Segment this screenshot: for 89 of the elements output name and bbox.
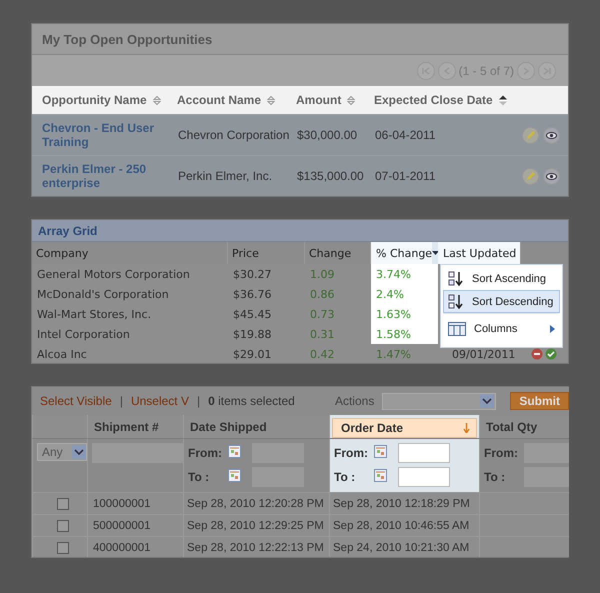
table-cell: 09/01/2011 xyxy=(452,348,516,360)
separator: | xyxy=(120,394,123,408)
column-header[interactable]: Company xyxy=(32,242,228,264)
table-cell-text: $30,000.00 xyxy=(297,128,358,142)
select-field[interactable]: Any xyxy=(37,443,87,461)
sort-arrow-icon xyxy=(463,423,470,433)
table-cell-text: $29.01 xyxy=(232,346,272,362)
table-cell: 2.4% xyxy=(371,284,438,304)
table-cell-text: 0.42 xyxy=(309,346,336,362)
table-cell-text: $30.27 xyxy=(232,266,272,282)
eye-icon[interactable] xyxy=(543,126,560,144)
calendar-icon[interactable] xyxy=(228,469,241,482)
table-cell-text: 0.31 xyxy=(309,326,336,342)
column-header[interactable]: Account Name xyxy=(177,93,262,107)
calendar-icon[interactable] xyxy=(228,445,241,458)
column-header[interactable]: Total Qty xyxy=(486,420,538,434)
sort-icon xyxy=(448,294,464,310)
check-icon[interactable] xyxy=(545,348,558,360)
table-cell: 100000001 xyxy=(93,498,151,510)
minus-icon[interactable] xyxy=(531,348,544,360)
table-cell-text: 07-01-2011 xyxy=(375,169,436,183)
column-header[interactable]: Price xyxy=(228,242,305,264)
table-cell: 3.74% xyxy=(371,264,438,284)
field-label: From: xyxy=(334,446,369,460)
column-header[interactable]: Order Date xyxy=(332,418,477,438)
table-cell-text: 06-04-2011 xyxy=(375,128,436,142)
actions-label: Actions xyxy=(334,394,374,408)
table-cell: Sep 28, 2010 12:29:25 PM xyxy=(187,520,324,532)
column-header[interactable]: Date Shipped xyxy=(190,420,267,434)
table-cell: 500000001 xyxy=(93,520,151,532)
field-label: To : xyxy=(484,470,506,484)
calendar-icon[interactable] xyxy=(374,469,387,482)
table-cell-text: $36.76 xyxy=(232,286,272,302)
table-cell: 400000001 xyxy=(93,542,151,554)
table-cell: Sep 24, 2010 10:21:30 AM xyxy=(333,542,470,554)
row-checkbox[interactable] xyxy=(56,520,68,532)
dropdown-icon[interactable] xyxy=(432,251,440,255)
field-label: From: xyxy=(484,446,519,460)
table-cell-text: 0.73 xyxy=(309,306,336,322)
grid-title: Array Grid xyxy=(32,220,568,242)
column-header[interactable]: Shipment # xyxy=(94,420,159,434)
table-cell-text: Chevron Corporation xyxy=(178,128,290,142)
column-header[interactable]: Expected Close Date xyxy=(374,93,493,107)
table-cell-text: Perkin Elmer, Inc. xyxy=(178,169,274,183)
select-visible-link[interactable]: Select Visible xyxy=(40,394,112,408)
menu-item[interactable]: Columns xyxy=(443,313,560,345)
table-cell-text: McDonald's Corporation xyxy=(36,286,170,302)
table-cell-text: 0.86 xyxy=(309,286,336,302)
input-field[interactable] xyxy=(398,467,450,487)
row-checkbox[interactable] xyxy=(56,542,68,554)
panel-title: My Top Open Opportunities xyxy=(32,24,568,55)
table-cell: Sep 28, 2010 12:22:13 PM xyxy=(187,542,324,554)
columns-icon xyxy=(448,322,466,336)
table-cell-text: 1.47% xyxy=(375,346,412,362)
submit-button[interactable]: Submit xyxy=(510,392,569,410)
menu-item[interactable]: Sort Ascending xyxy=(443,267,560,290)
selection-count: 0 items selected xyxy=(208,394,295,408)
input-field[interactable] xyxy=(524,443,569,463)
sort-icon xyxy=(448,270,464,286)
table-cell-text: Intel Corporation xyxy=(36,326,131,342)
calendar-icon[interactable] xyxy=(374,445,387,458)
table-cell: 1.58% xyxy=(371,324,438,344)
table-cell-text: $45.45 xyxy=(232,306,272,322)
column-header[interactable]: % Change xyxy=(371,242,438,264)
field-label: To : xyxy=(188,470,210,484)
column-header[interactable]: Last Updated xyxy=(438,242,522,264)
row-checkbox[interactable] xyxy=(56,498,68,510)
column-header[interactable]: Amount xyxy=(296,93,342,107)
table-cell-text: Wal-Mart Stores, Inc. xyxy=(36,306,152,322)
input-field[interactable] xyxy=(524,467,569,487)
submenu-arrow-icon xyxy=(550,325,555,333)
eye-icon[interactable] xyxy=(543,168,560,184)
menu-item[interactable]: Sort Descending xyxy=(443,290,560,313)
input-field[interactable] xyxy=(398,443,450,463)
separator: | xyxy=(196,394,200,408)
column-header[interactable]: Opportunity Name xyxy=(42,93,147,107)
table-cell: Sep 28, 2010 12:20:28 PM xyxy=(187,498,324,510)
table-cell-text: $135,000.00 xyxy=(297,169,365,183)
field-label: To : xyxy=(334,470,356,484)
table-cell-text: $19.88 xyxy=(232,326,272,342)
sort-icon[interactable] xyxy=(498,94,507,106)
table-cell-text: 1.09 xyxy=(309,266,336,282)
table-cell: Sep 28, 2010 12:18:29 PM xyxy=(333,498,470,510)
table-cell: Sep 28, 2010 10:46:55 AM xyxy=(333,520,470,532)
table-cell: 1.63% xyxy=(371,304,438,324)
table-cell-text: General Motors Corporation xyxy=(36,266,191,282)
field-label: From: xyxy=(188,446,223,460)
unselect-link[interactable]: Unselect V xyxy=(130,394,189,408)
table-cell-text: Alcoa Inc xyxy=(36,346,88,362)
